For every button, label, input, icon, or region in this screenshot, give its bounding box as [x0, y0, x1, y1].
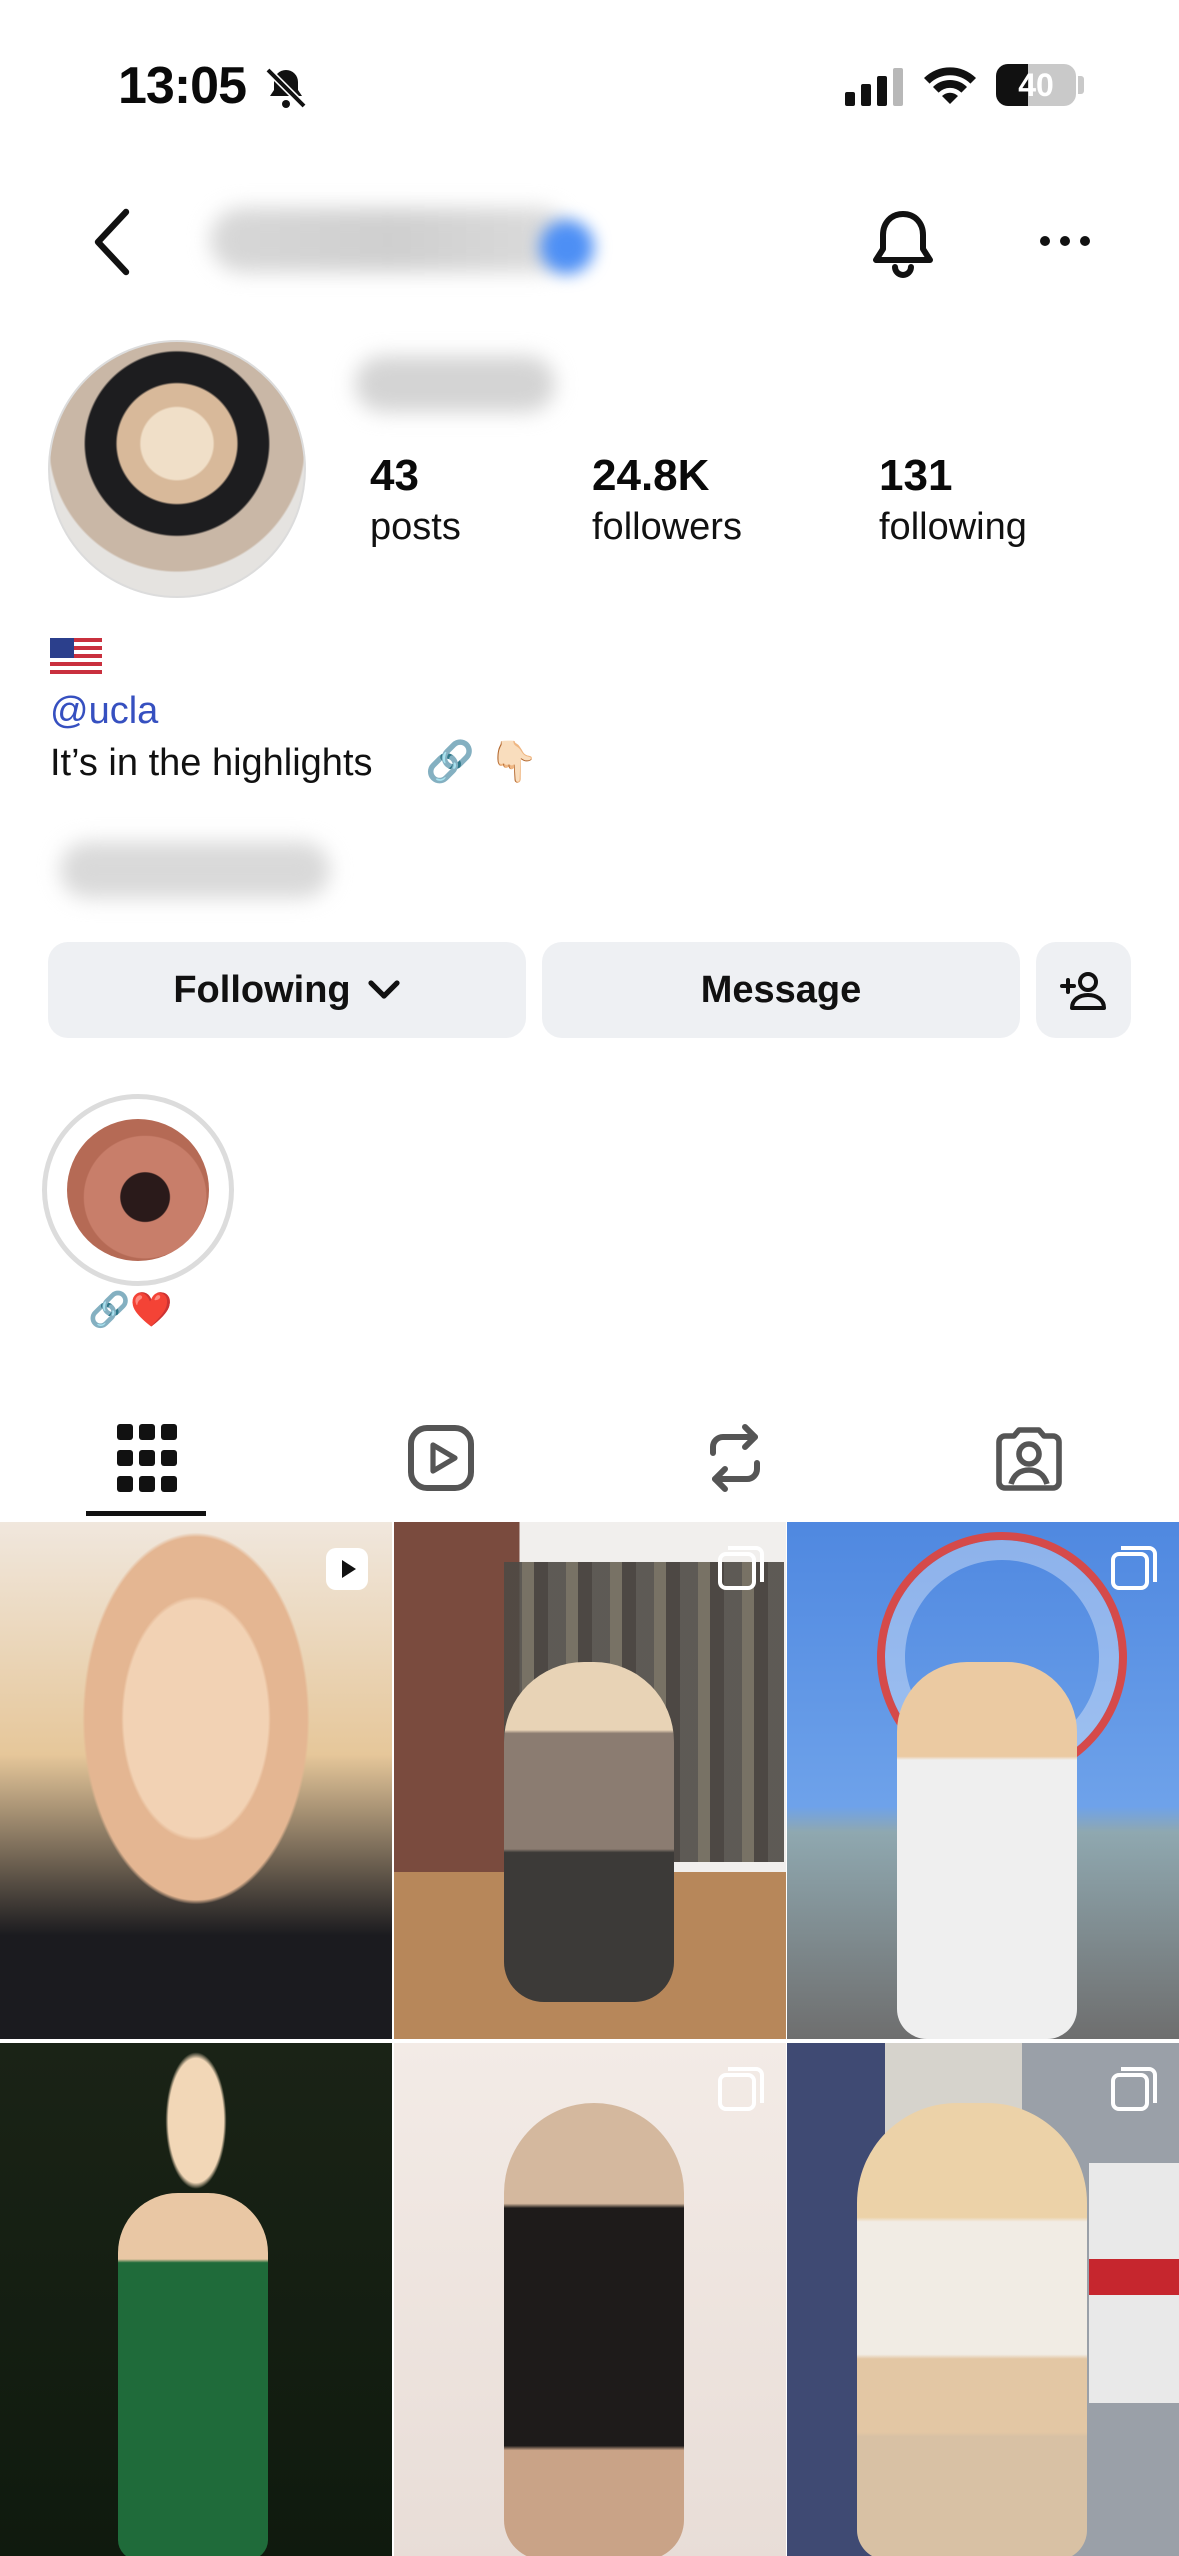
stat-followers-label: followers	[592, 506, 742, 548]
tagged-icon	[996, 1427, 1062, 1491]
carousel-badge-icon	[717, 2067, 764, 2111]
post-image-train	[1089, 2163, 1179, 2403]
post-image-person	[857, 2103, 1087, 2556]
username-redacted	[210, 208, 570, 272]
tab-reposts[interactable]	[588, 1398, 882, 1518]
stat-posts-label: posts	[370, 506, 461, 548]
external-link-redacted[interactable]	[60, 842, 330, 898]
grid-icon	[117, 1424, 177, 1492]
reel-badge-icon	[326, 1548, 368, 1590]
dot	[1040, 236, 1050, 246]
status-bar: 13:05 40	[0, 0, 1179, 160]
stat-followers-value: 24.8K	[592, 451, 710, 500]
notifications-bell-icon[interactable]	[870, 208, 936, 285]
status-time: 13:05	[118, 57, 247, 115]
message-button[interactable]: Message	[542, 942, 1020, 1038]
stat-following-value: 131	[879, 451, 953, 500]
flag-emoji: 🇺🇸	[50, 638, 51, 639]
story-highlight[interactable]	[42, 1094, 234, 1286]
message-label: Message	[700, 968, 862, 1011]
battery-level: 40	[1018, 66, 1054, 103]
battery-icon: 40	[996, 64, 1076, 106]
bell-off-icon	[262, 64, 310, 117]
add-user-icon	[1059, 972, 1106, 1010]
back-button[interactable]	[86, 206, 138, 283]
cellular-signal-icon	[845, 66, 903, 106]
post-thumbnail[interactable]	[393, 2043, 786, 2556]
chevron-down-icon	[368, 980, 400, 999]
stat-following[interactable]: 131 following	[879, 450, 1027, 552]
post-thumbnail[interactable]	[787, 2043, 1179, 2556]
battery-cap	[1078, 76, 1084, 94]
pointing-down-emoji: 👇🏻	[488, 740, 539, 784]
profile-avatar[interactable]	[48, 340, 306, 598]
repost-icon	[710, 1424, 760, 1492]
stat-followers[interactable]: 24.8K followers	[592, 450, 742, 552]
following-button[interactable]: Following	[48, 942, 526, 1038]
verified-badge-icon	[540, 220, 594, 274]
more-options-button[interactable]	[1040, 236, 1090, 246]
reels-icon	[408, 1425, 474, 1491]
stat-posts[interactable]: 43 posts	[370, 450, 461, 552]
dot	[1060, 236, 1070, 246]
stat-posts-value: 43	[370, 451, 419, 500]
carousel-badge-icon	[717, 1546, 764, 1590]
tab-reels[interactable]	[294, 1398, 588, 1518]
post-thumbnail[interactable]	[787, 1522, 1179, 2039]
wifi-icon	[922, 64, 978, 113]
following-label: Following	[173, 968, 351, 1011]
post-thumbnail[interactable]	[0, 1522, 392, 2039]
post-image-person	[897, 1662, 1077, 2039]
bio-text: It’s in the highlights	[50, 742, 373, 784]
stat-following-label: following	[879, 506, 1027, 548]
profile-tabs	[0, 1398, 1179, 1518]
highlight-cover	[67, 1119, 209, 1261]
active-tab-indicator	[86, 1511, 206, 1516]
suggested-users-button[interactable]	[1036, 942, 1131, 1038]
post-image-person	[503, 2103, 684, 2556]
bio-mention-link[interactable]: @ucla	[50, 690, 158, 733]
post-thumbnail[interactable]	[393, 1522, 786, 2039]
tab-tagged[interactable]	[882, 1398, 1176, 1518]
highlight-label: 🔗❤️	[88, 1291, 173, 1329]
posts-grid	[0, 1522, 1179, 2556]
display-name-redacted	[355, 356, 555, 412]
carousel-badge-icon	[1111, 2067, 1157, 2111]
carousel-badge-icon	[1111, 1546, 1157, 1590]
tab-posts[interactable]	[0, 1398, 294, 1518]
bio-emojis: 🔗 👇🏻	[425, 738, 539, 785]
dot	[1080, 236, 1090, 246]
post-image-person	[503, 1662, 674, 2002]
post-image-person	[118, 2193, 268, 2556]
link-emoji: 🔗	[425, 740, 475, 784]
us-flag-icon: 🇺🇸	[50, 638, 102, 674]
post-thumbnail[interactable]	[0, 2043, 392, 2556]
